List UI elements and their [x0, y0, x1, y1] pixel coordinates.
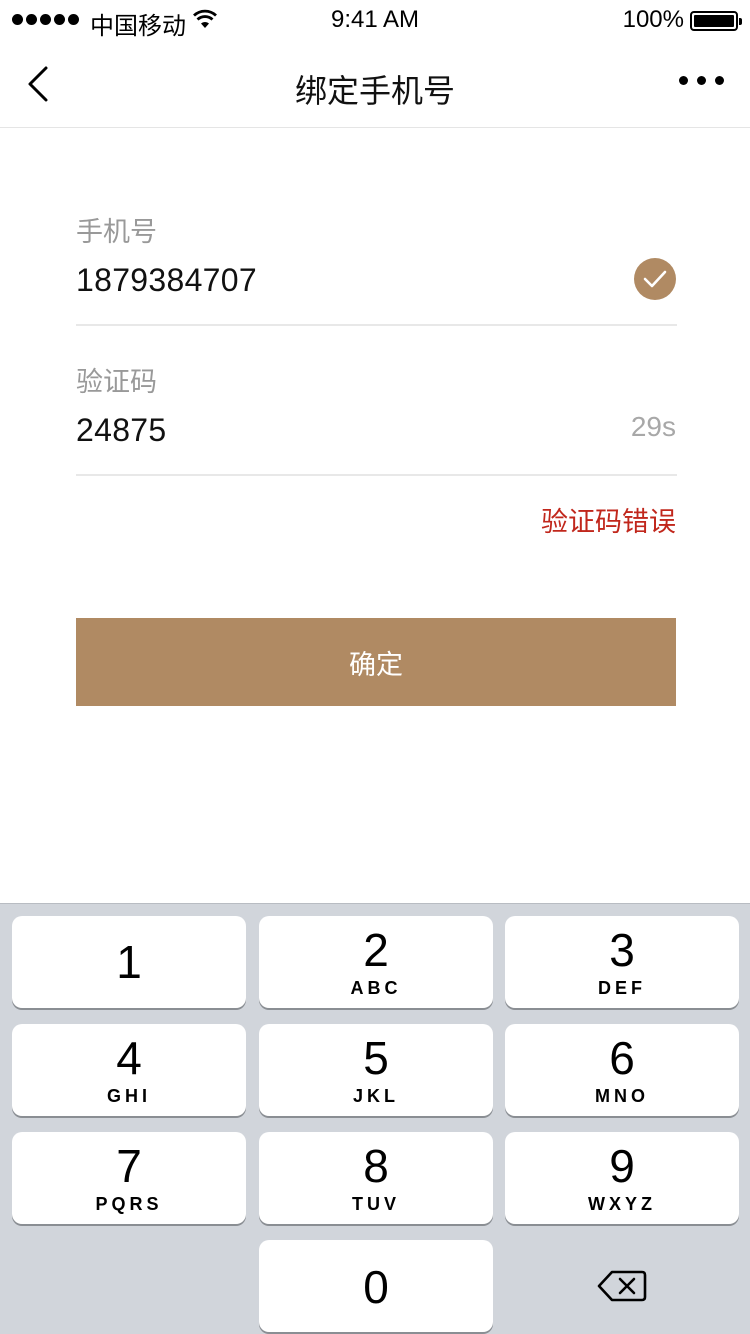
key-6[interactable]: 6 MNO — [505, 1024, 739, 1116]
page-title: 绑定手机号 — [294, 73, 455, 109]
key-digit: 8 — [363, 1139, 389, 1192]
key-digit: 3 — [609, 923, 635, 976]
key-3[interactable]: 3 DEF — [505, 916, 739, 1008]
numeric-keypad: 1 2 ABC 3 DEF 4 GHI 5 JKL 6 MNO 7 PQRS 8… — [0, 903, 750, 1334]
key-digit: 9 — [609, 1139, 635, 1192]
key-2[interactable]: 2 ABC — [259, 916, 493, 1008]
key-letters: WXYZ — [588, 1193, 656, 1214]
key-digit: 7 — [116, 1139, 142, 1192]
check-circle-icon — [634, 258, 676, 300]
key-letters: MNO — [595, 1085, 649, 1106]
key-8[interactable]: 8 TUV — [259, 1132, 493, 1224]
key-letters: DEF — [598, 977, 646, 998]
key-1[interactable]: 1 — [12, 916, 246, 1008]
battery-percentage: 100% — [622, 6, 684, 33]
phone-input[interactable]: 1879384707 — [76, 262, 257, 299]
key-letters: ABC — [350, 977, 402, 998]
more-dots-icon — [679, 76, 688, 85]
key-letters: JKL — [352, 1085, 399, 1106]
error-message: 验证码错误 — [541, 507, 676, 537]
key-5[interactable]: 5 JKL — [259, 1024, 493, 1116]
key-9[interactable]: 9 WXYZ — [505, 1132, 739, 1224]
backspace-icon — [597, 1270, 647, 1302]
nav-bar: 绑定手机号 — [0, 40, 750, 128]
key-digit: 0 — [363, 1261, 389, 1313]
key-7[interactable]: 7 PQRS — [12, 1132, 246, 1224]
key-4[interactable]: 4 GHI — [12, 1024, 246, 1116]
resend-countdown: 29s — [630, 411, 676, 442]
key-letters: GHI — [106, 1085, 151, 1106]
verification-code-field[interactable]: 验证码 24875 29s — [76, 326, 677, 476]
key-digit: 2 — [363, 923, 389, 976]
key-digit: 6 — [609, 1031, 635, 1084]
code-input[interactable]: 24875 — [76, 412, 166, 449]
battery-icon — [690, 11, 742, 31]
phone-label: 手机号 — [76, 217, 157, 247]
key-0[interactable]: 0 — [259, 1240, 493, 1332]
confirm-button[interactable]: 确定 — [76, 618, 676, 706]
code-label: 验证码 — [76, 367, 157, 397]
status-bar: 中国移动 9:41 AM 100% — [0, 0, 750, 40]
key-digit: 5 — [363, 1031, 389, 1084]
key-digit: 4 — [116, 1031, 142, 1084]
key-digit: 1 — [116, 936, 142, 988]
phone-field[interactable]: 手机号 1879384707 — [76, 176, 677, 326]
more-button[interactable] — [679, 76, 724, 85]
key-letters: PQRS — [95, 1193, 163, 1214]
delete-key[interactable] — [505, 1240, 739, 1332]
key-letters: TUV — [352, 1193, 400, 1214]
